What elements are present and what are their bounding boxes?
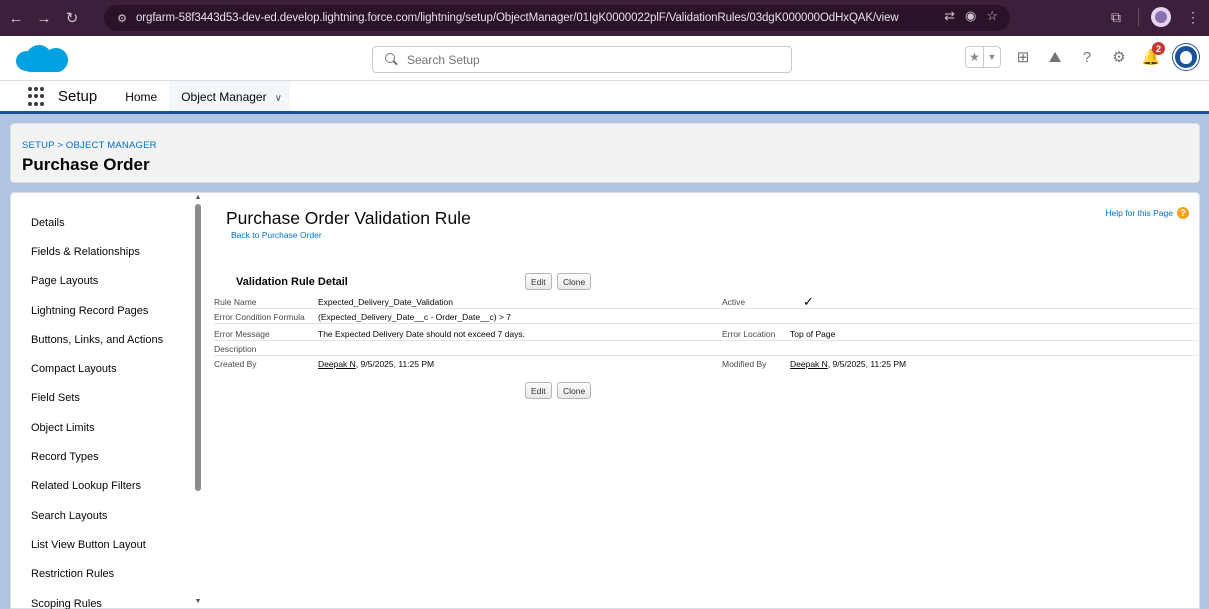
- translate-icon[interactable]: ⇄: [944, 8, 955, 24]
- salesforce-logo[interactable]: [14, 45, 74, 73]
- forward-arrow-icon[interactable]: →: [32, 6, 56, 30]
- modified-by-user-link[interactable]: Deepak N: [790, 359, 828, 369]
- formula-value: (Expected_Delivery_Date__c - Order_Date_…: [318, 312, 511, 322]
- created-by-user-link[interactable]: Deepak N: [318, 359, 356, 369]
- sidebar-item-lightning-record-pages[interactable]: Lightning Record Pages: [11, 296, 203, 325]
- sidebar-item-compact-layouts[interactable]: Compact Layouts: [11, 354, 203, 383]
- favorites-group[interactable]: ★ ▼: [965, 46, 1001, 68]
- scroll-down-arrow-icon[interactable]: ▼: [194, 598, 202, 605]
- sidebar-item-buttons-links-actions[interactable]: Buttons, Links, and Actions: [11, 325, 203, 354]
- trailhead-icon[interactable]: ⛰: [1045, 46, 1065, 68]
- scrollbar-thumb[interactable]: [195, 204, 201, 491]
- validation-rule-content: Purchase Order Validation Rule Back to P…: [214, 193, 1199, 609]
- main-panel: Details Fields & Relationships Page Layo…: [10, 192, 1200, 609]
- help-question-icon[interactable]: ?: [1077, 46, 1097, 68]
- row-error-message: Error Message The Expected Delivery Date…: [214, 327, 1199, 341]
- active-label: Active: [722, 297, 746, 307]
- sidebar-item-related-lookup-filters[interactable]: Related Lookup Filters: [11, 472, 203, 501]
- favorites-star-icon[interactable]: ★: [966, 47, 983, 67]
- sidebar-list: Details Fields & Relationships Page Layo…: [11, 193, 203, 609]
- notification-badge: 2: [1152, 42, 1165, 55]
- rule-name-value: Expected_Delivery_Date_Validation: [318, 297, 453, 307]
- back-arrow-icon[interactable]: ←: [4, 6, 28, 30]
- row-created-modified: Created By Deepak N, 9/5/2025, 11:25 PM …: [214, 357, 1199, 371]
- app-launcher-icon[interactable]: [28, 87, 48, 107]
- extensions-icon[interactable]: ⧉: [1106, 6, 1126, 28]
- setup-gear-icon[interactable]: ⚙: [1109, 46, 1129, 68]
- toolbar-divider: [1138, 8, 1139, 26]
- object-sidebar: Details Fields & Relationships Page Layo…: [11, 193, 203, 609]
- browser-toolbar: ← → ↻ ⚙ orgfarm-58f3443d53-dev-ed.develo…: [0, 0, 1209, 36]
- bookmark-star-icon[interactable]: ☆: [986, 8, 998, 24]
- back-to-object-link[interactable]: Back to Purchase Order: [231, 230, 322, 240]
- user-avatar[interactable]: [1173, 44, 1199, 70]
- app-navigation: Setup Home Object Manager ∨: [0, 81, 1209, 114]
- active-checkmark-icon: ✓: [803, 294, 814, 309]
- favorites-dropdown-icon[interactable]: ▼: [983, 47, 1000, 67]
- clone-button-top[interactable]: Clone: [557, 273, 592, 290]
- sidebar-scrollbar[interactable]: ▲ ▼: [194, 193, 202, 609]
- breadcrumb[interactable]: SETUP > OBJECT MANAGER: [22, 140, 157, 151]
- rule-name-label: Rule Name: [214, 297, 257, 307]
- tab-home[interactable]: Home: [113, 81, 169, 111]
- error-message-label: Error Message: [214, 329, 270, 339]
- edit-button-bottom[interactable]: Edit: [525, 382, 552, 399]
- browser-profile-avatar[interactable]: [1151, 7, 1171, 27]
- content-title: Purchase Order Validation Rule: [226, 208, 471, 228]
- row-rule-name: Rule Name Expected_Delivery_Date_Validat…: [214, 294, 1199, 309]
- tab-object-manager[interactable]: Object Manager ∨: [169, 81, 290, 114]
- error-message-value: The Expected Delivery Date should not ex…: [318, 329, 525, 339]
- setup-search[interactable]: [372, 46, 792, 73]
- edit-button-top[interactable]: Edit: [525, 273, 552, 290]
- sidebar-item-page-layouts[interactable]: Page Layouts: [11, 267, 203, 296]
- chevron-down-icon[interactable]: ∨: [275, 93, 282, 104]
- created-by-label: Created By: [214, 359, 257, 369]
- sidebar-item-list-view-button-layout[interactable]: List View Button Layout: [11, 530, 203, 559]
- reload-icon[interactable]: ↻: [60, 6, 84, 30]
- error-location-label: Error Location: [722, 329, 776, 339]
- sidebar-item-field-sets[interactable]: Field Sets: [11, 384, 203, 413]
- description-label: Description: [214, 344, 257, 354]
- sidebar-item-object-limits[interactable]: Object Limits: [11, 413, 203, 442]
- address-bar[interactable]: ⚙ orgfarm-58f3443d53-dev-ed.develop.ligh…: [104, 5, 1010, 31]
- help-for-page-link[interactable]: Help for this Page ?: [1105, 207, 1189, 219]
- created-by-value: Deepak N, 9/5/2025, 11:25 PM: [318, 359, 434, 369]
- error-location-value: Top of Page: [790, 329, 836, 339]
- row-description: Description: [214, 342, 1199, 356]
- sidebar-item-fields-relationships[interactable]: Fields & Relationships: [11, 237, 203, 266]
- page-title: Purchase Order: [22, 155, 150, 174]
- modified-by-label: Modified By: [722, 359, 767, 369]
- tab-object-manager-label: Object Manager: [181, 90, 267, 104]
- sidebar-item-scoping-rules[interactable]: Scoping Rules: [11, 589, 203, 609]
- notifications-bell-icon[interactable]: 🔔 2: [1141, 42, 1165, 68]
- row-error-condition-formula: Error Condition Formula (Expected_Delive…: [214, 310, 1199, 324]
- sidebar-item-search-layouts[interactable]: Search Layouts: [11, 501, 203, 530]
- created-by-date: , 9/5/2025, 11:25 PM: [355, 359, 435, 369]
- global-actions-plus-icon[interactable]: ⊞: [1013, 46, 1033, 68]
- search-icon: [385, 52, 399, 67]
- clone-button-bottom[interactable]: Clone: [557, 382, 592, 399]
- global-header: ★ ▼ ⊞ ⛰ ? ⚙ 🔔 2: [0, 36, 1209, 81]
- browser-menu-icon[interactable]: ⋮: [1183, 6, 1203, 28]
- tab-home-label: Home: [125, 90, 158, 104]
- app-name: Setup: [58, 88, 98, 105]
- object-header: SETUP > OBJECT MANAGER Purchase Order: [10, 123, 1200, 183]
- modified-by-value: Deepak N, 9/5/2025, 11:25 PM: [790, 359, 906, 369]
- help-link-label[interactable]: Help for this Page: [1105, 208, 1173, 218]
- url-text[interactable]: orgfarm-58f3443d53-dev-ed.develop.lightn…: [136, 12, 899, 24]
- sidebar-item-details[interactable]: Details: [11, 208, 203, 237]
- sidebar-item-record-types[interactable]: Record Types: [11, 442, 203, 471]
- search-input[interactable]: [407, 52, 767, 67]
- scroll-up-arrow-icon[interactable]: ▲: [194, 194, 202, 201]
- modified-by-date: , 9/5/2025, 11:25 PM: [827, 359, 907, 369]
- sidebar-item-restriction-rules[interactable]: Restriction Rules: [11, 560, 203, 589]
- detail-section-title: Validation Rule Detail: [236, 276, 348, 288]
- site-info-icon[interactable]: ⚙: [112, 8, 132, 28]
- formula-label: Error Condition Formula: [214, 312, 305, 322]
- help-question-icon[interactable]: ?: [1177, 207, 1189, 219]
- eye-icon[interactable]: ◉: [965, 8, 976, 24]
